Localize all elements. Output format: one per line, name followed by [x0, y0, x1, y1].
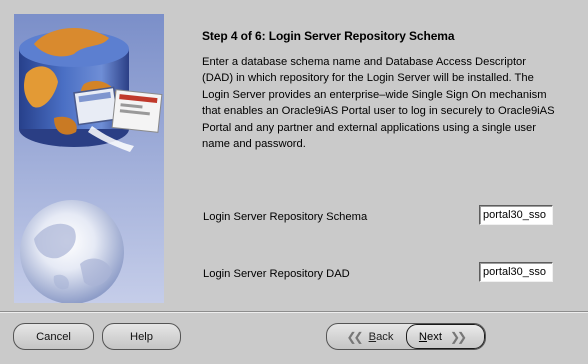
step-description: Enter a database schema name and Databas…: [202, 56, 555, 151]
double-chevron-right-icon: ❯❯: [449, 329, 467, 344]
schema-input[interactable]: [479, 205, 553, 225]
database-globe-illustration: [14, 14, 164, 303]
next-label: Next: [418, 330, 442, 343]
installer-wizard: Step 4 of 6: Login Server Repository Sch…: [0, 0, 588, 364]
next-button[interactable]: Next ❯❯: [406, 324, 485, 349]
navigation-button-group: ❮❮ Back Next ❯❯: [326, 323, 486, 350]
back-button[interactable]: ❮❮ Back: [327, 324, 405, 349]
step-title: Step 4 of 6: Login Server Repository Sch…: [202, 29, 455, 43]
cancel-label: Cancel: [36, 330, 71, 343]
cancel-button[interactable]: Cancel: [13, 323, 94, 350]
schema-label: Login Server Repository Schema: [203, 211, 368, 223]
double-chevron-left-icon: ❮❮: [346, 329, 364, 344]
button-bar-separator: [0, 311, 588, 313]
help-button[interactable]: Help: [102, 323, 181, 350]
dad-field-row: Login Server Repository DAD: [202, 262, 556, 286]
dad-input[interactable]: [479, 262, 553, 282]
schema-field-row: Login Server Repository Schema: [202, 205, 556, 229]
wizard-side-illustration: [14, 14, 164, 303]
help-label: Help: [129, 330, 153, 343]
wizard-content: Step 4 of 6: Login Server Repository Sch…: [202, 28, 562, 152]
back-label: Back: [368, 330, 394, 343]
dad-label: Login Server Repository DAD: [203, 268, 350, 280]
